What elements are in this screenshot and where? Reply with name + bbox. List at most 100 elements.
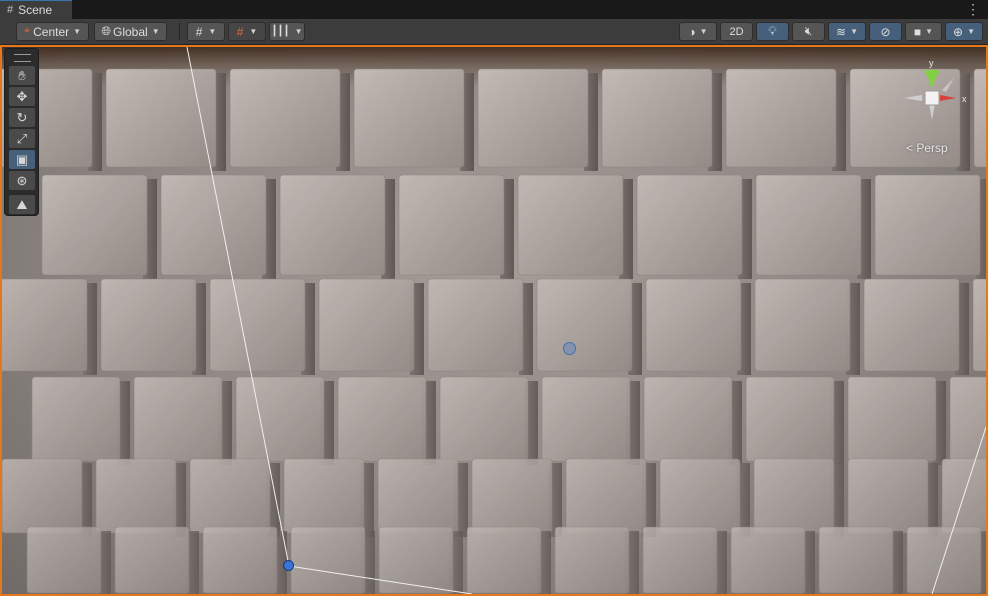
- brick-face: [114, 526, 190, 594]
- hand-tool-icon[interactable]: ✋︎: [9, 66, 35, 85]
- scene-tab[interactable]: # Scene: [0, 0, 72, 19]
- chevron-down-icon: ▼: [699, 27, 708, 36]
- gizmo-x-axis[interactable]: [940, 95, 956, 101]
- brick-face: [847, 376, 937, 462]
- tool-palette: ✋︎ ✥ ↻ ⤢ ▣ ⊛ ⛰︎: [4, 48, 39, 216]
- brick-face: [378, 526, 454, 594]
- brick-face: [874, 174, 981, 276]
- brick-face: [645, 278, 742, 372]
- grid-snap-icon: #: [195, 24, 203, 39]
- gizmo-center-cube[interactable]: [924, 90, 940, 106]
- brick-face: [31, 376, 121, 462]
- palette-grip-icon[interactable]: [14, 54, 31, 62]
- chevron-down-icon: ▼: [151, 27, 160, 36]
- brick-face: [659, 458, 741, 534]
- brick-face: [398, 174, 505, 276]
- snap-settings-button[interactable]: ┃┃┃ ▼: [269, 22, 305, 41]
- move-tool-icon[interactable]: ✥: [9, 87, 35, 106]
- gizmo-neg-x-axis[interactable]: [904, 95, 922, 101]
- brick-face: [427, 278, 524, 372]
- audio-toggle[interactable]: 🔇︎: [792, 22, 825, 41]
- rect-tool-icon[interactable]: ▣: [9, 150, 35, 169]
- custom-tool-icon[interactable]: ⛰︎: [9, 195, 35, 214]
- brick-face: [818, 526, 894, 594]
- ruler-icon: ┃┃┃: [271, 26, 290, 37]
- brick-face: [755, 174, 862, 276]
- brick-face: [377, 458, 459, 534]
- brick-face: [95, 458, 177, 534]
- 2d-toggle-label: 2D: [729, 25, 744, 38]
- gizmo-sphere-icon: ⊕: [953, 24, 964, 39]
- brick-face: [2, 458, 83, 534]
- brick-face: [643, 376, 733, 462]
- pivot-mode-label: Center: [33, 24, 70, 39]
- gizmos-dropdown[interactable]: ⊕ ▼: [945, 22, 983, 41]
- brick-face: [642, 526, 718, 594]
- brick-face: [160, 174, 267, 276]
- transform-tool-icon[interactable]: ⊛: [9, 171, 35, 190]
- brick-face: [906, 526, 982, 594]
- brick-face: [554, 526, 630, 594]
- globe-icon: 🌐︎: [101, 24, 111, 38]
- brick-face: [477, 68, 589, 168]
- brick-face: [517, 174, 624, 276]
- pivot-rotation-dropdown[interactable]: 🌐︎ Global ▼: [94, 22, 167, 41]
- scene-visibility-toggle[interactable]: ⊘: [869, 22, 902, 41]
- orientation-gizmo[interactable]: y x: [896, 58, 976, 138]
- scene-toolbar: ⌖ Center ▼ 🌐︎ Global ▼ # ▼ # ▼ ┃┃┃ ▼ ◑ ▼…: [0, 19, 988, 45]
- window-tab-bar: # Scene ⋮: [0, 0, 988, 19]
- brick-face: [100, 278, 197, 372]
- grid-icon: #: [7, 4, 14, 16]
- brick-face: [949, 376, 986, 462]
- brick-face: [279, 174, 386, 276]
- rect-handle[interactable]: [283, 560, 294, 571]
- brick-face: [283, 458, 365, 534]
- gizmo-neg-y-axis[interactable]: [929, 104, 935, 120]
- pivot-rotation-label: Global: [113, 24, 148, 39]
- camera-dropdown[interactable]: ■ ▼: [905, 22, 942, 41]
- brick-face: [972, 278, 986, 372]
- scale-tool-icon[interactable]: ⤢: [9, 129, 35, 148]
- chevron-down-icon: ▼: [73, 27, 82, 36]
- brick-face: [290, 526, 366, 594]
- view-mode-label[interactable]: < Persp: [906, 141, 948, 155]
- grid-snapping-button[interactable]: # ▼: [187, 22, 225, 41]
- eye-slash-icon: ⊘: [880, 24, 891, 39]
- pivot-marker[interactable]: [563, 342, 576, 355]
- brick-face: [536, 278, 633, 372]
- shading-sphere-icon: ◑: [688, 24, 696, 39]
- kebab-icon[interactable]: ⋮: [966, 1, 980, 17]
- effects-toggle[interactable]: ≋ ▼: [828, 22, 866, 41]
- chevron-down-icon: ▼: [208, 27, 217, 36]
- brick-face: [466, 526, 542, 594]
- increment-snap-icon: #: [236, 24, 244, 39]
- toolbar-separator: [179, 23, 180, 40]
- brick-face: [745, 376, 835, 462]
- brick-face: [41, 174, 148, 276]
- lightbulb-icon: 💡︎: [768, 24, 777, 38]
- increment-snapping-button[interactable]: # ▼: [228, 22, 266, 41]
- brick-face: [189, 458, 271, 534]
- lighting-toggle[interactable]: 💡︎: [756, 22, 789, 41]
- brick-face: [753, 458, 835, 534]
- chevron-down-icon: ▼: [925, 27, 934, 36]
- brick-face: [565, 458, 647, 534]
- brick-face: [847, 458, 929, 534]
- brick-face: [26, 526, 102, 594]
- pivot-mode-dropdown[interactable]: ⌖ Center ▼: [16, 22, 89, 41]
- brick-face: [754, 278, 851, 372]
- rotate-tool-icon[interactable]: ↻: [9, 108, 35, 127]
- chevron-down-icon: ▼: [850, 27, 858, 36]
- brick-face: [318, 278, 415, 372]
- brick-face: [337, 376, 427, 462]
- camera-icon: ■: [913, 24, 922, 39]
- shading-mode-dropdown[interactable]: ◑ ▼: [679, 22, 717, 41]
- brick-face: [471, 458, 553, 534]
- chevron-down-icon: ▼: [967, 27, 975, 36]
- scene-viewport[interactable]: [0, 45, 988, 596]
- brick-face: [541, 376, 631, 462]
- brick-wall-render: [2, 47, 986, 594]
- brick-face: [105, 68, 217, 168]
- brick-face: [353, 68, 465, 168]
- 2d-toggle[interactable]: 2D: [720, 22, 753, 41]
